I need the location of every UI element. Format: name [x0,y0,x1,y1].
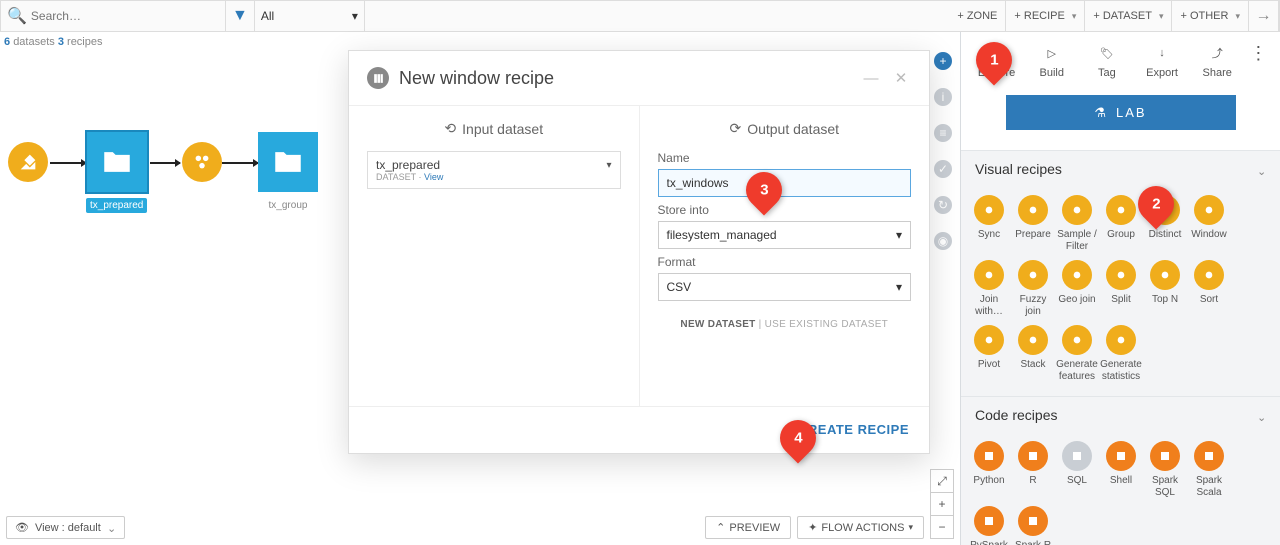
chevron-down-icon: ▾ [606,160,611,171]
visual-recipe-window[interactable]: Window [1187,195,1231,252]
chevron-down-icon: ▾ [352,9,358,23]
visual-recipe-prepare[interactable]: Prepare [1011,195,1055,252]
visual-recipes-header[interactable]: Visual recipes [961,150,1280,187]
export-action[interactable]: ↓Export [1139,43,1185,79]
dataset-node-tx-group[interactable]: tx_group [258,132,318,213]
code-recipe-shell[interactable]: Shell [1099,441,1143,498]
code-recipe-spark-sql[interactable]: Spark SQL [1143,441,1187,498]
visual-recipe-pivot[interactable]: Pivot [967,325,1011,382]
right-panel: tx_prepared ⧉ ◯Explore ▷Build 🏷Tag ↓Expo… [960,0,1280,545]
add-recipe-button[interactable]: + RECIPE [1006,1,1085,31]
visual-recipe-generate-features[interactable]: Generate features [1055,325,1099,382]
eye-icon: 👁 [15,521,29,534]
input-dataset-column: ⟲Input dataset tx_prepared DATASET · Vie… [349,106,639,406]
tag-action[interactable]: 🏷Tag [1084,43,1130,79]
zoom-controls: ⤢ + − [930,470,954,539]
modal-title: New window recipe [399,68,851,89]
visual-recipe-join-with-[interactable]: Join with… [967,260,1011,317]
new-recipe-modal: New window recipe — ✕ ⟲Input dataset tx_… [348,50,930,454]
filter-all[interactable]: All ▾ [255,1,365,31]
rail-history-button[interactable]: ↻ [934,196,952,214]
store-into-select[interactable]: filesystem_managed▾ [658,221,912,249]
close-button[interactable]: ✕ [891,69,911,87]
visual-recipe-sync[interactable]: Sync [967,195,1011,252]
build-action[interactable]: ▷Build [1029,43,1075,79]
add-other-button[interactable]: + OTHER [1172,1,1249,31]
minimize-button[interactable]: — [861,70,881,87]
modal-header: New window recipe — ✕ [349,51,929,106]
view-selector[interactable]: 👁 View : default [6,516,125,539]
visual-recipe-top-n[interactable]: Top N [1143,260,1187,317]
dataset-mode-toggle[interactable]: NEW DATASET | USE EXISTING DATASET [658,319,912,330]
filter-all-label: All [261,9,274,23]
flow-actions-button[interactable]: ✦FLOW ACTIONS▾ [797,516,924,539]
search-cell: 🔍 [1,1,226,31]
output-name-input[interactable] [658,169,912,197]
code-recipe-spark-scala[interactable]: Spark Scala [1187,441,1231,498]
recipe-node[interactable] [182,142,222,182]
code-recipes-grid: PythonRSQLShellSpark SQLSpark Scala PySpa… [961,433,1280,545]
search-input[interactable] [31,9,219,23]
fullscreen-button[interactable]: ⤢ [930,469,954,493]
visual-recipe-fuzzy-join[interactable]: Fuzzy join [1011,260,1055,317]
code-recipe-python[interactable]: Python [967,441,1011,498]
name-label: Name [658,151,912,165]
input-icon: ⟲ [444,120,456,137]
add-zone-button[interactable]: + ZONE [949,1,1006,31]
output-dataset-column: ⟳Output dataset Name Store into filesyst… [639,106,930,406]
lab-icon: ⚗ [1094,105,1108,121]
more-actions[interactable]: ⋮ [1249,43,1267,64]
code-recipes-header[interactable]: Code recipes [961,396,1280,433]
code-recipe-pyspark[interactable]: PySpark [967,506,1011,545]
breadcrumb: 6 datasets 3 recipes [4,32,103,52]
zoom-out-button[interactable]: − [930,515,954,539]
rail-add-button[interactable]: + [934,52,952,70]
code-recipe-sql[interactable]: SQL [1055,441,1099,498]
visual-recipe-group[interactable]: Group [1099,195,1143,252]
code-recipe-spark-r[interactable]: Spark R [1011,506,1055,545]
recipe-node[interactable] [8,142,48,182]
rail-info-button[interactable]: i [934,88,952,106]
visual-recipes-grid: SyncPrepareSample / FilterGroupDistinctW… [961,187,1280,396]
visual-recipe-stack[interactable]: Stack [1011,325,1055,382]
zoom-in-button[interactable]: + [930,492,954,516]
node-label: tx_prepared [86,198,147,213]
visual-recipe-split[interactable]: Split [1099,260,1143,317]
visual-recipe-sample-filter[interactable]: Sample / Filter [1055,195,1099,252]
store-label: Store into [658,203,912,217]
panel-toggle[interactable]: → [1249,1,1279,31]
preview-button[interactable]: ⌃PREVIEW [705,516,791,539]
visual-recipe-generate-statistics[interactable]: Generate statistics [1099,325,1143,382]
visual-recipe-geo-join[interactable]: Geo join [1055,260,1099,317]
format-label: Format [658,255,912,269]
node-label: tx_group [265,198,312,213]
dataset-node-tx-prepared[interactable]: tx_prepared [86,132,147,213]
share-action[interactable]: ⤴Share [1194,43,1240,79]
output-icon: ⟳ [729,120,741,137]
visual-recipe-sort[interactable]: Sort [1187,260,1231,317]
top-toolbar: 🔍 ▼ All ▾ + ZONE + RECIPE + DATASET + OT… [0,0,1280,32]
window-recipe-icon [367,67,389,89]
lab-button[interactable]: ⚗LAB [1006,95,1236,130]
search-icon: 🔍 [7,6,27,26]
filter-icon[interactable]: ▼ [226,1,255,31]
code-recipe-r[interactable]: R [1011,441,1055,498]
rail-camera-button[interactable]: ◉ [934,232,952,250]
input-dataset-select[interactable]: tx_prepared DATASET · View ▾ [367,151,621,189]
rail-check-button[interactable]: ✓ [934,160,952,178]
view-link[interactable]: View [424,172,443,182]
format-select[interactable]: CSV▾ [658,273,912,301]
add-dataset-button[interactable]: + DATASET [1085,1,1172,31]
rail-list-button[interactable]: ≡ [934,124,952,142]
icon-rail: + i ≡ ✓ ↻ ◉ [926,32,960,250]
